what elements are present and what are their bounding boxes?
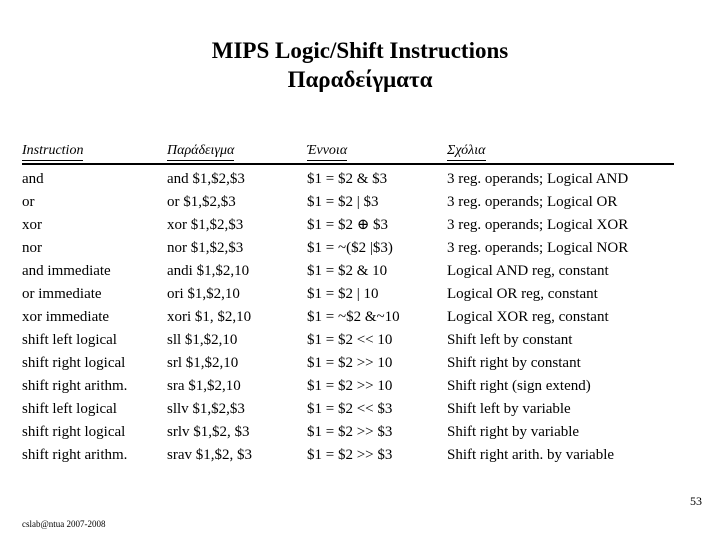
table-row: shift right logical srl $1,$2,10 $1 = $2 >…	[22, 352, 674, 375]
cell-instruction: and immediate	[22, 263, 111, 279]
cell-example: xori $1, $2,10	[167, 309, 252, 325]
table-row: and immediate andi $1,$2,10 $1 = $2 & 10 Lo…	[22, 260, 674, 283]
table-header-row: Instruction Παράδειγμα Έννοια Σχόλια	[22, 142, 674, 164]
table-row: xor immediate xori $1, $2,10 $1 = ~$2 &~10…	[22, 306, 674, 329]
cell-example: and $1,$2,$3	[167, 171, 245, 187]
cell-instruction: shift left logical	[22, 332, 117, 348]
column-header-comments-label: Σχόλια	[447, 142, 486, 161]
cell-example: srav $1,$2, $3	[167, 447, 252, 463]
table-header: Instruction Παράδειγμα Έννοια Σχόλια	[22, 142, 674, 164]
table-body: and and $1,$2,$3 $1 = $2 & $3 3 reg. operan…	[22, 164, 674, 467]
slide-title-block: MIPS Logic/Shift Instructions Παραδείγμα…	[0, 36, 720, 94]
table-row: nor nor $1,$2,$3 $1 = ~($2 |$3) 3 reg. oper…	[22, 237, 674, 260]
column-header-example-label: Παράδειγμα	[167, 142, 235, 161]
table-row: shift right logical srlv $1,$2, $3 $1 = $2…	[22, 421, 674, 444]
cell-instruction: or immediate	[22, 286, 102, 302]
table-row: shift left logical sll $1,$2,10 $1 = $2 <<…	[22, 329, 674, 352]
cell-meaning: $1 = $2 >> 10	[307, 378, 393, 394]
cell-comment: Shift right by constant	[447, 355, 581, 371]
cell-comment: Logical XOR reg, constant	[447, 309, 609, 325]
cell-example: andi $1,$2,10	[167, 263, 250, 279]
cell-instruction: or	[22, 194, 35, 210]
table-row: shift left logical sllv $1,$2,$3 $1 = $2 <…	[22, 398, 674, 421]
cell-example: sra $1,$2,10	[167, 378, 241, 394]
cell-meaning: $1 = $2 >> $3	[307, 424, 393, 440]
column-header-instruction-label: Instruction	[22, 142, 84, 161]
cell-comment: 3 reg. operands; Logical AND	[447, 171, 629, 187]
cell-meaning: $1 = $2 ⊕ $3	[307, 217, 389, 233]
cell-example: sll $1,$2,10	[167, 332, 238, 348]
table-row: and and $1,$2,$3 $1 = $2 & $3 3 reg. operan…	[22, 164, 674, 191]
column-header-instruction: Instruction	[22, 142, 167, 164]
table-row: or or $1,$2,$3 $1 = $2 | $3 3 reg. operands…	[22, 191, 674, 214]
cell-meaning: $1 = ~$2 &~10	[307, 309, 400, 325]
cell-comment: 3 reg. operands; Logical XOR	[447, 217, 629, 233]
cell-comment: Logical OR reg, constant	[447, 286, 598, 302]
cell-comment: 3 reg. operands; Logical NOR	[447, 240, 629, 256]
cell-meaning: $1 = $2 >> $3	[307, 447, 393, 463]
column-header-meaning-label: Έννοια	[307, 142, 348, 161]
cell-example: ori $1,$2,10	[167, 286, 240, 302]
cell-meaning: $1 = $2 >> 10	[307, 355, 393, 371]
column-header-example: Παράδειγμα	[167, 142, 307, 164]
footer-credit: cslab@ntua 2007-2008	[22, 519, 106, 529]
cell-example: sllv $1,$2,$3	[167, 401, 245, 417]
cell-meaning: $1 = ~($2 |$3)	[307, 240, 393, 256]
table-row: shift right arithm. srav $1,$2, $3 $1 = $2…	[22, 444, 674, 467]
cell-instruction: xor	[22, 217, 42, 233]
table-row: xor xor $1,$2,$3 $1 = $2 ⊕ $3 3 reg. operan…	[22, 214, 674, 237]
cell-meaning: $1 = $2 | $3	[307, 194, 379, 210]
cell-instruction: xor immediate	[22, 309, 110, 325]
cell-instruction: and	[22, 171, 44, 187]
cell-meaning: $1 = $2 & $3	[307, 171, 388, 187]
cell-instruction: shift right arithm.	[22, 447, 128, 463]
cell-comment: 3 reg. operands; Logical OR	[447, 194, 618, 210]
cell-example: srlv $1,$2, $3	[167, 424, 250, 440]
page-number: 53	[690, 494, 702, 508]
cell-meaning: $1 = $2 << 10	[307, 332, 393, 348]
table-row: or immediate ori $1,$2,10 $1 = $2 | 10 Logi…	[22, 283, 674, 306]
slide-title-subtitle: Παραδείγματα	[287, 67, 433, 92]
column-header-comments: Σχόλια	[447, 142, 674, 164]
cell-instruction: shift right arithm.	[22, 378, 128, 394]
cell-example: or $1,$2,$3	[167, 194, 236, 210]
cell-instruction: shift right logical	[22, 355, 126, 371]
column-header-meaning: Έννοια	[307, 142, 447, 164]
cell-instruction: shift left logical	[22, 401, 117, 417]
cell-meaning: $1 = $2 | 10	[307, 286, 379, 302]
cell-example: srl $1,$2,10	[167, 355, 239, 371]
cell-meaning: $1 = $2 << $3	[307, 401, 393, 417]
mips-instruction-table: Instruction Παράδειγμα Έννοια Σχόλια and…	[22, 142, 674, 467]
cell-instruction: nor	[22, 240, 42, 256]
cell-comment: Logical AND reg, constant	[447, 263, 609, 279]
cell-example: xor $1,$2,$3	[167, 217, 244, 233]
slide-title-primary: MIPS Logic/Shift Instructions	[211, 38, 509, 63]
cell-meaning: $1 = $2 & 10	[307, 263, 388, 279]
table-row: shift right arithm. sra $1,$2,10 $1 = $2 >…	[22, 375, 674, 398]
cell-comment: Shift right arith. by variable	[447, 447, 615, 463]
cell-comment: Shift right by variable	[447, 424, 580, 440]
cell-example: nor $1,$2,$3	[167, 240, 244, 256]
cell-instruction: shift right logical	[22, 424, 126, 440]
cell-comment: Shift left by variable	[447, 401, 571, 417]
cell-comment: Shift right (sign extend)	[447, 378, 591, 394]
cell-comment: Shift left by constant	[447, 332, 573, 348]
instruction-table-container: Instruction Παράδειγμα Έννοια Σχόλια and…	[22, 142, 674, 467]
